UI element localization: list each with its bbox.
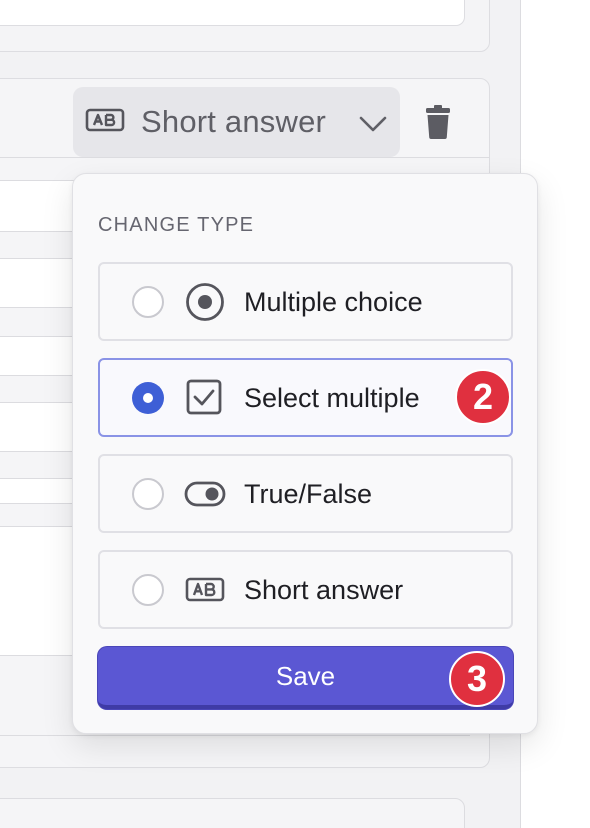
step-badge-3: 3	[449, 651, 505, 707]
radio-button[interactable]	[132, 574, 164, 606]
radio-button-selected[interactable]	[132, 382, 164, 414]
type-option-true-false[interactable]: True/False	[98, 454, 513, 533]
trash-icon[interactable]	[420, 104, 456, 145]
step-badge-2: 2	[455, 369, 511, 425]
type-option-short-answer[interactable]: Short answer	[98, 550, 513, 629]
radio-button[interactable]	[132, 286, 164, 318]
question-card-footer-divider	[0, 735, 470, 736]
change-type-popover: CHANGE TYPE Multiple choice Select multi…	[72, 173, 538, 734]
previous-question-field	[0, 0, 465, 26]
question-type-select[interactable]: Short answer	[73, 87, 400, 157]
next-question-card	[0, 798, 465, 828]
save-button-label: Save	[275, 660, 336, 691]
question-card-divider	[0, 157, 490, 158]
popover-header: CHANGE TYPE	[98, 214, 255, 236]
ab-text-icon	[85, 108, 125, 137]
type-option-select-multiple[interactable]: Select multiple	[98, 358, 513, 437]
chevron-down-icon	[358, 109, 388, 142]
option-label: Short answer	[244, 575, 404, 605]
radio-choice-icon	[184, 283, 226, 321]
question-type-select-label: Short answer	[141, 104, 327, 139]
type-option-multiple-choice[interactable]: Multiple choice	[98, 262, 513, 341]
toggle-icon	[184, 475, 226, 513]
option-label: Multiple choice	[244, 287, 423, 317]
option-label: Select multiple	[244, 383, 420, 413]
checkbox-icon	[184, 379, 226, 417]
ab-text-icon	[184, 571, 226, 609]
option-label: True/False	[244, 479, 373, 509]
radio-button[interactable]	[132, 478, 164, 510]
form-builder-screen: Short answer CHANGE TYPE Multiple choice	[0, 0, 590, 828]
